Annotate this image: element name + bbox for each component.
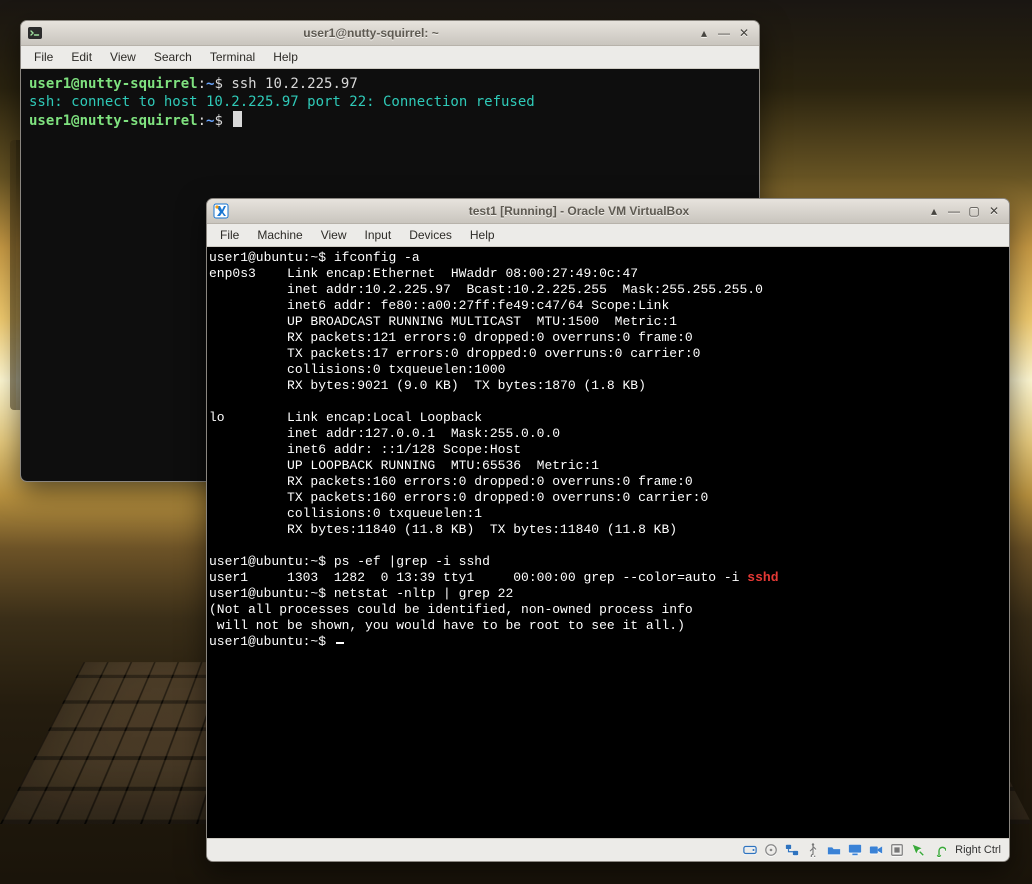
cursor-block	[233, 111, 242, 127]
raise-button[interactable]: ▴	[695, 25, 713, 41]
menu-file[interactable]: File	[25, 48, 62, 66]
indicator-icon[interactable]	[888, 842, 906, 858]
network-icon[interactable]	[783, 842, 801, 858]
term-cmd-1: ssh 10.2.225.97	[231, 76, 357, 92]
keyboard-icon[interactable]	[930, 842, 948, 858]
terminal-titlebar[interactable]: user1@nutty-squirrel: ~ ▴ — ✕	[21, 21, 759, 46]
terminal-icon	[27, 25, 43, 41]
ps-row: user1 1303 1282 0 13:39 tty1 00:00:00 gr…	[209, 570, 747, 585]
netstat-note-2: will not be shown, you would have to be …	[209, 618, 685, 633]
menu-view[interactable]: View	[312, 226, 356, 244]
mouse-integration-icon[interactable]	[909, 842, 927, 858]
minimize-button[interactable]: —	[945, 203, 963, 219]
menu-file[interactable]: File	[211, 226, 248, 244]
menu-search[interactable]: Search	[145, 48, 201, 66]
raise-button[interactable]: ▴	[925, 203, 943, 219]
maximize-button[interactable]: ▢	[965, 203, 983, 219]
vm-cmd-3: netstat -nltp | grep 22	[334, 586, 513, 601]
menu-help[interactable]: Help	[461, 226, 504, 244]
menu-help[interactable]: Help	[264, 48, 307, 66]
menu-terminal[interactable]: Terminal	[201, 48, 264, 66]
virtualbox-window: test1 [Running] - Oracle VM VirtualBox ▴…	[206, 198, 1010, 862]
menu-machine[interactable]: Machine	[248, 226, 311, 244]
vbox-menubar: File Machine View Input Devices Help	[207, 224, 1009, 247]
term-output-1: ssh: connect to host 10.2.225.97 port 22…	[29, 94, 535, 110]
host-key-label: Right Ctrl	[951, 844, 1005, 856]
vm-cmd-1: ifconfig -a	[334, 250, 420, 265]
vm-cursor	[336, 642, 344, 644]
menu-edit[interactable]: Edit	[62, 48, 101, 66]
menu-devices[interactable]: Devices	[400, 226, 461, 244]
close-button[interactable]: ✕	[735, 25, 753, 41]
optical-drive-icon[interactable]	[762, 842, 780, 858]
virtualbox-icon	[213, 203, 229, 219]
if-lo: lo Link encap:Local Loopback	[209, 410, 482, 425]
if-enp0s3: enp0s3 Link encap:Ethernet HWaddr 08:00:…	[209, 266, 638, 281]
shared-folders-icon[interactable]	[825, 842, 843, 858]
display-icon[interactable]	[846, 842, 864, 858]
vbox-titlebar[interactable]: test1 [Running] - Oracle VM VirtualBox ▴…	[207, 199, 1009, 224]
vm-cmd-2: ps -ef |grep -i sshd	[334, 554, 490, 569]
close-button[interactable]: ✕	[985, 203, 1003, 219]
menu-input[interactable]: Input	[356, 226, 401, 244]
usb-icon[interactable]	[804, 842, 822, 858]
vm-console[interactable]: user1@ubuntu:~$ ifconfig -a enp0s3 Link …	[207, 247, 1009, 838]
terminal-menubar: File Edit View Search Terminal Help	[21, 46, 759, 69]
vbox-statusbar: Right Ctrl	[207, 838, 1009, 861]
terminal-title: user1@nutty-squirrel: ~	[49, 26, 693, 40]
prompt-userhost: user1@nutty-squirrel	[29, 76, 198, 92]
video-capture-icon[interactable]	[867, 842, 885, 858]
minimize-button[interactable]: —	[715, 25, 733, 41]
hard-disk-icon[interactable]	[741, 842, 759, 858]
vm-prompt: user1@ubuntu:~$	[209, 250, 326, 265]
menu-view[interactable]: View	[101, 48, 145, 66]
vbox-title: test1 [Running] - Oracle VM VirtualBox	[235, 204, 923, 218]
netstat-note-1: (Not all processes could be identified, …	[209, 602, 693, 617]
grep-highlight: sshd	[747, 570, 778, 585]
